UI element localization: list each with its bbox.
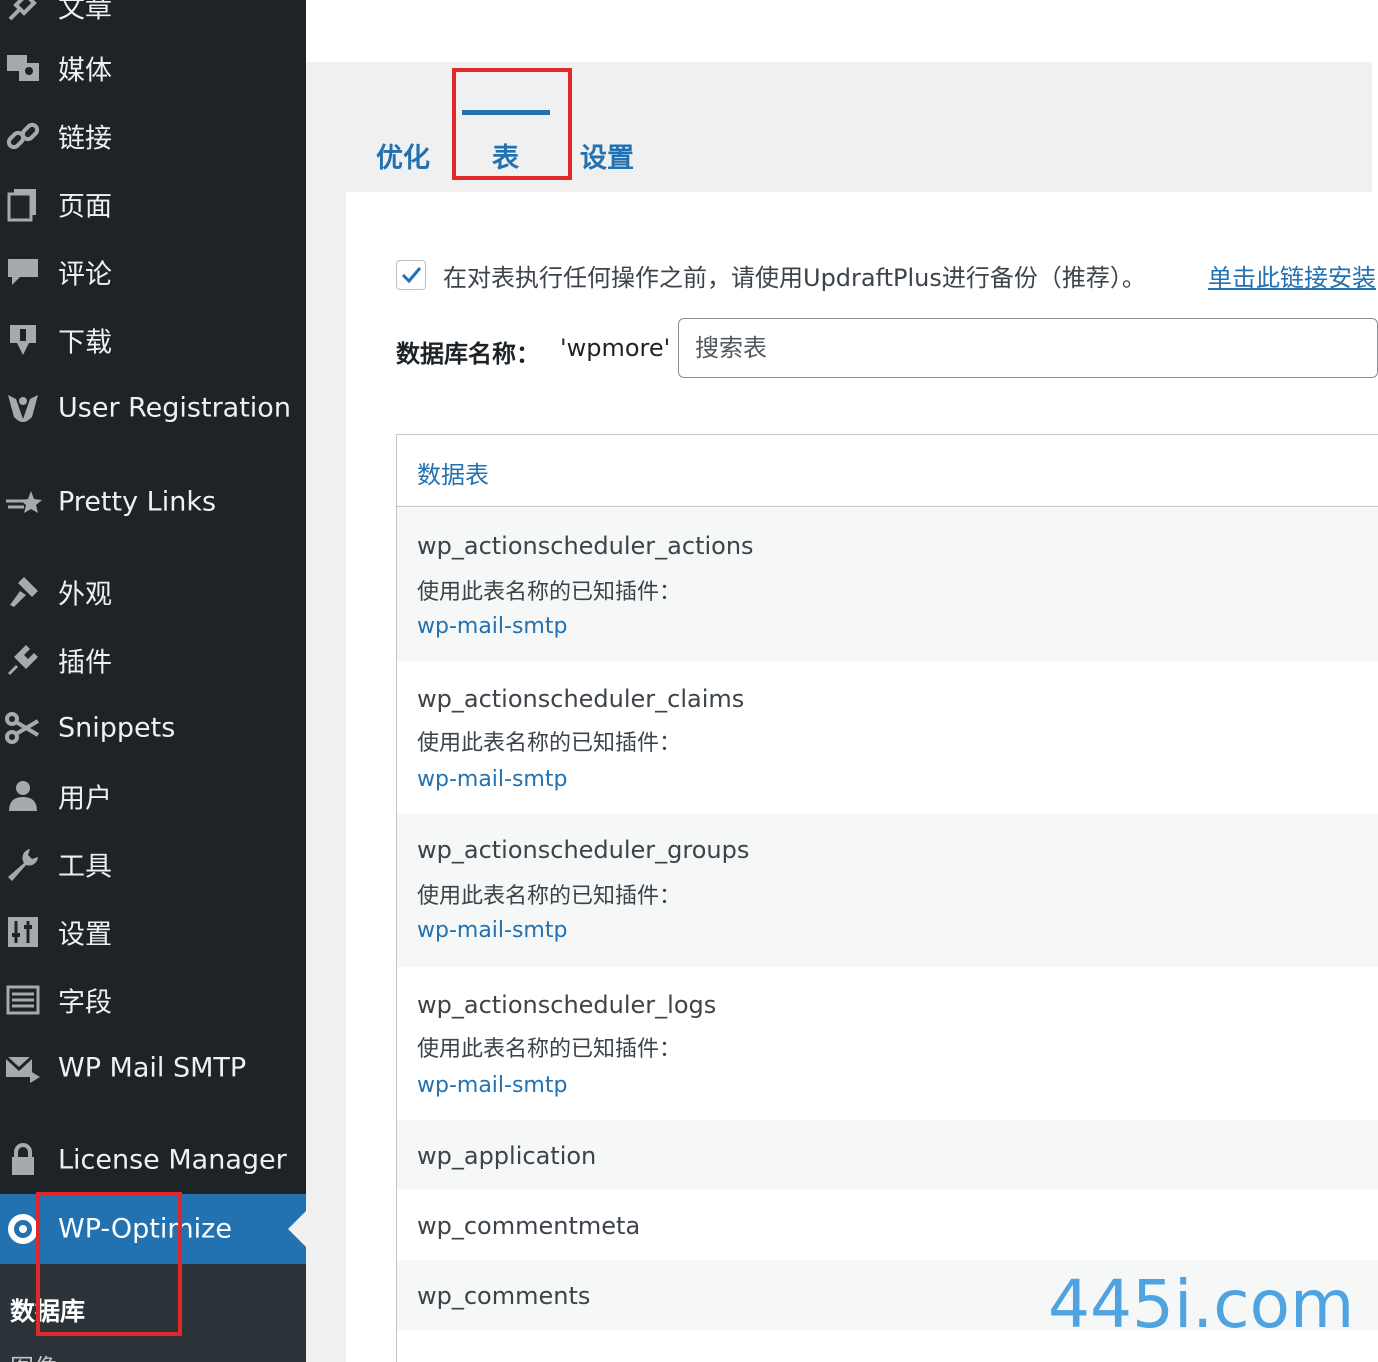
sidebar-item-pretty-links[interactable]: Pretty Links xyxy=(0,472,306,532)
database-name-label: 数据库名称： xyxy=(396,340,540,368)
table-name: wp_application xyxy=(417,1142,597,1170)
install-updraftplus-link[interactable]: 单击此链接安装 xyxy=(1208,258,1376,293)
table-row: wp_commentmeta xyxy=(397,1190,1378,1260)
sidebar-item-label: 下载 xyxy=(58,327,112,359)
sidebar-item-label: 文章 xyxy=(58,0,112,25)
tab-optimize[interactable]: 优化 xyxy=(376,136,430,175)
sidebar-item-license-manager[interactable]: License Manager xyxy=(0,1130,306,1190)
known-plugins-label: 使用此表名称的已知插件： xyxy=(417,580,682,605)
plugin-icon xyxy=(4,641,42,679)
sidebar-item-wp-mail-smtp[interactable]: WP Mail SMTP xyxy=(0,1038,306,1098)
backup-checkbox[interactable] xyxy=(396,260,426,290)
sidebar-item-appearance[interactable]: 外观 xyxy=(0,562,306,622)
watermark: 445i.com xyxy=(1048,1266,1355,1343)
known-plugins-label: 使用此表名称的已知插件： xyxy=(417,884,682,909)
table-name: wp_commentmeta xyxy=(417,1212,641,1240)
table-name: wp_actionscheduler_groups xyxy=(417,836,750,864)
tables-list: 数据表 wp_actionscheduler_actions 使用此表名称的已知… xyxy=(396,434,1378,1362)
sidebar-item-label: User Registration xyxy=(58,392,291,424)
highlight-box-sidebar xyxy=(36,1192,182,1336)
link-icon xyxy=(4,117,42,155)
sidebar-item-users[interactable]: 用户 xyxy=(0,766,306,826)
sidebar-item-label: 外观 xyxy=(58,579,112,611)
sidebar-item-label: 插件 xyxy=(58,647,112,679)
sidebar-item-label: WP Mail SMTP xyxy=(58,1052,247,1084)
sidebar-item-tools[interactable]: 工具 xyxy=(0,834,306,894)
known-plugins-label: 使用此表名称的已知插件： xyxy=(417,1037,682,1062)
sidebar-item-label: 评论 xyxy=(58,259,112,291)
database-name-value: 'wpmore' xyxy=(560,334,671,362)
sidebar-item-user-registration[interactable]: User Registration xyxy=(0,378,306,438)
table-row: wp_application xyxy=(397,1120,1378,1190)
tab-settings[interactable]: 设置 xyxy=(580,136,634,175)
wrench-icon xyxy=(4,845,42,883)
submenu-item-images[interactable]: 图像 xyxy=(10,1348,58,1362)
scissors-icon xyxy=(4,709,42,747)
column-header-table[interactable]: 数据表 xyxy=(417,455,489,490)
table-name: wp_actionscheduler_actions xyxy=(417,532,754,560)
table-name: wp_actionscheduler_logs xyxy=(417,991,717,1019)
table-row: wp_actionscheduler_groups 使用此表名称的已知插件： w… xyxy=(397,814,1378,967)
pin-icon xyxy=(4,0,42,25)
sidebar-item-label: 工具 xyxy=(58,851,112,883)
plugin-link[interactable]: wp-mail-smtp xyxy=(417,767,567,792)
lock-icon xyxy=(4,1141,42,1179)
plugin-link[interactable]: wp-mail-smtp xyxy=(417,918,567,943)
search-tables-input[interactable] xyxy=(678,318,1378,378)
download-icon xyxy=(4,321,42,359)
settings-icon xyxy=(4,913,42,951)
plugin-link[interactable]: wp-mail-smtp xyxy=(417,1073,567,1098)
sidebar-item-label: License Manager xyxy=(58,1144,287,1176)
sidebar-item-label: 用户 xyxy=(58,783,112,815)
sidebar-item-label: Snippets xyxy=(58,712,176,744)
sidebar-item-label: 媒体 xyxy=(58,55,112,87)
backup-notice: 在对表执行任何操作之前，请使用UpdraftPlus进行备份（推荐）。 xyxy=(443,264,1146,292)
table-name: wp_actionscheduler_claims xyxy=(417,685,745,713)
page-icon xyxy=(4,185,42,223)
sidebar-item-settings[interactable]: 设置 xyxy=(0,902,306,962)
sidebar-item-label: 字段 xyxy=(58,987,112,1019)
user-icon xyxy=(4,777,42,815)
sidebar-item-snippets[interactable]: Snippets xyxy=(0,698,306,758)
sidebar-item-posts[interactable]: 文章 xyxy=(0,0,306,36)
media-icon xyxy=(4,49,42,87)
star-icon xyxy=(4,483,42,521)
admin-sidebar: 文章 媒体 链接 页面 评论 下载 User Registration Pret… xyxy=(0,0,306,1362)
mail-icon xyxy=(4,1049,42,1087)
tables-panel: 在对表执行任何操作之前，请使用UpdraftPlus进行备份（推荐）。 单击此链… xyxy=(346,192,1378,1362)
sidebar-item-label: Pretty Links xyxy=(58,486,217,518)
sidebar-item-label: 设置 xyxy=(58,919,112,951)
appearance-icon xyxy=(4,573,42,611)
table-row: wp_actionscheduler_logs 使用此表名称的已知插件： wp-… xyxy=(397,967,1378,1120)
sidebar-item-comments[interactable]: 评论 xyxy=(0,242,306,302)
highlight-box-tab xyxy=(452,68,572,180)
table-row: wp_actionscheduler_claims 使用此表名称的已知插件： w… xyxy=(397,661,1378,814)
user-registration-icon xyxy=(4,389,42,427)
sidebar-item-downloads[interactable]: 下载 xyxy=(0,310,306,370)
sidebar-item-plugins[interactable]: 插件 xyxy=(0,630,306,690)
sidebar-item-label: 页面 xyxy=(58,191,112,223)
known-plugins-label: 使用此表名称的已知插件： xyxy=(417,731,682,756)
sidebar-item-fields[interactable]: 字段 xyxy=(0,970,306,1030)
sidebar-item-pages[interactable]: 页面 xyxy=(0,174,306,234)
table-row: wp_actionscheduler_actions 使用此表名称的已知插件： … xyxy=(397,508,1378,661)
sidebar-item-media[interactable]: 媒体 xyxy=(0,38,306,98)
sidebar-item-label: 链接 xyxy=(58,123,112,155)
fields-icon xyxy=(4,981,42,1019)
table-header: 数据表 xyxy=(397,435,1378,507)
active-indicator xyxy=(288,1211,306,1247)
table-name: wp_comments xyxy=(417,1282,591,1310)
plugin-link[interactable]: wp-mail-smtp xyxy=(417,614,567,639)
comment-icon xyxy=(4,253,42,291)
sidebar-item-links[interactable]: 链接 xyxy=(0,106,306,166)
